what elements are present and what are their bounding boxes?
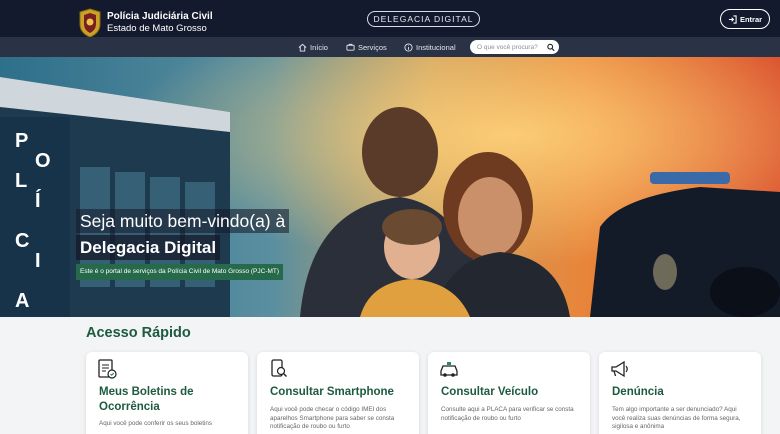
card-description: Tem algo importante a ser denunciado? Aq… [612,406,741,430]
hero-banner: PO LÍ CI A Seja muito bem-vindo(a) à Del… [0,57,780,317]
hero-subtitle: Este é o portal de serviços da Polícia C… [76,264,284,280]
megaphone-icon [611,360,628,378]
svg-text:C: C [15,230,29,252]
main-nav: Início Serviços Institucional [0,37,780,57]
hero-welcome-text: Seja muito bem-vindo(a) à [76,209,290,233]
nav-item-institucional[interactable]: Institucional [404,37,456,57]
quick-access-section: Acesso Rápido Meus Boletins de Ocorrênci… [0,317,780,434]
org-subtitle: Estado de Mato Grosso [107,23,207,34]
org-title: Polícia Judiciária Civil [107,11,213,22]
card-consultar-veiculo[interactable]: Consultar Veículo Consulte aqui a PLACA … [428,352,590,434]
svg-text:Í: Í [35,189,41,212]
card-title: Meus Boletins de Ocorrência [99,386,194,413]
card-description: Consulte aqui a PLACA para verificar se … [441,406,574,422]
brand-logo-link[interactable]: Polícia Judiciária Civil Estado de Mato … [78,8,213,38]
hero-title: Delegacia Digital [76,235,221,260]
card-description: Aqui você pode conferir os seus boletins [99,420,213,427]
info-icon [404,42,413,52]
svg-text:P: P [15,130,28,152]
nav-item-servicos[interactable]: Serviços [346,37,387,57]
car-icon [440,362,458,377]
nav-label: Institucional [416,42,456,52]
section-title: Acesso Rápido [86,325,191,341]
card-title: Denúncia [612,386,664,398]
login-label: Entrar [739,14,763,24]
svg-text:O: O [35,150,51,172]
card-denuncia[interactable]: Denúncia Tem algo importante a ser denun… [599,352,761,434]
card-title: Consultar Smartphone [270,386,394,398]
login-icon [728,14,737,24]
svg-text:I: I [35,250,41,272]
nav-item-inicio[interactable]: Início [298,37,328,57]
search-input[interactable] [477,43,547,51]
svg-text:A: A [15,290,29,312]
card-description: Aqui você pode checar o código IMEI dos … [270,406,395,430]
document-icon [98,359,117,379]
top-header: Polícia Judiciária Civil Estado de Mato … [0,0,780,38]
search-icon[interactable] [547,43,555,52]
home-icon [298,43,307,52]
login-button[interactable]: Entrar [720,9,770,29]
delegacia-digital-pill: DELEGACIA DIGITAL [367,11,480,27]
smartphone-icon [271,359,287,377]
card-title: Consultar Veículo [441,386,539,398]
card-consultar-smartphone[interactable]: Consultar Smartphone Aqui você pode chec… [257,352,419,434]
nav-label: Serviços [358,42,387,52]
svg-text:L: L [15,170,27,192]
card-meus-boletins[interactable]: Meus Boletins de Ocorrência Aqui você po… [86,352,248,434]
services-icon [346,43,355,51]
nav-label: Início [310,42,328,52]
police-badge-icon [79,8,101,38]
search-box [470,40,559,54]
